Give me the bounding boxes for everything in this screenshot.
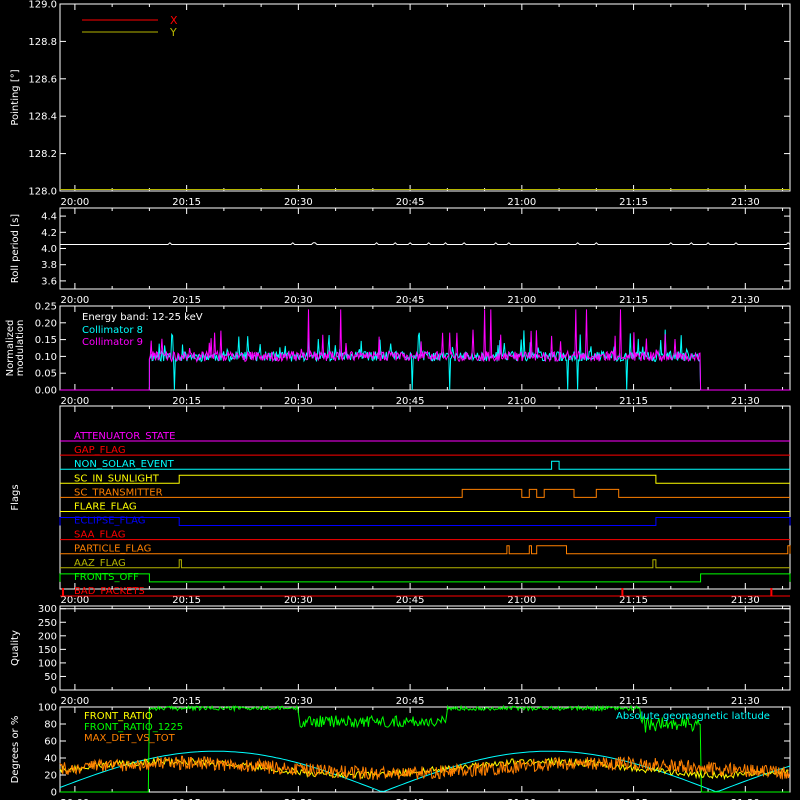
ratio-legend-geomagnetic-latitude: Absolute geomagnetic latitude xyxy=(616,711,770,722)
quality-ytick-label: 250 xyxy=(38,618,57,629)
modulation-xtick-label: 20:15 xyxy=(172,396,201,407)
modulation-ytick-label: 0.10 xyxy=(35,352,57,363)
ratios-ytick-label: 20 xyxy=(44,771,57,782)
quality-xtick-label: 20:30 xyxy=(284,696,313,707)
quality-ylabel: Quality xyxy=(10,630,21,666)
pointing-xtick-label: 20:30 xyxy=(284,197,313,208)
roll-ylabel: Roll period [s] xyxy=(10,214,21,283)
flag-label-bad-packets: BAD_PACKETS xyxy=(74,586,145,597)
quality-xtick-label: 21:00 xyxy=(507,696,536,707)
modulation-xtick-label: 21:30 xyxy=(731,396,760,407)
roll-ytick-label: 3.8 xyxy=(41,260,57,271)
roll-ytick-label: 4.2 xyxy=(41,228,57,239)
quality-xtick-label: 21:15 xyxy=(619,696,648,707)
flags-xtick-label: 21:15 xyxy=(619,595,648,606)
roll-ytick-label: 3.6 xyxy=(41,276,57,287)
flags-xtick-label: 21:00 xyxy=(507,595,536,606)
flag-label-non-solar-event: NON_SOLAR_EVENT xyxy=(74,459,175,470)
quality-ytick-label: 0 xyxy=(51,686,57,697)
quality-xtick-label: 20:45 xyxy=(396,696,425,707)
pointing-ytick-label: 128.4 xyxy=(28,112,57,123)
flags-ylabel: Flags xyxy=(10,484,21,510)
modulation-ylabel: modulation xyxy=(15,320,26,377)
flag-label-aaz-flag: AAZ_FLAG xyxy=(74,558,126,569)
quality-ytick-label: 100 xyxy=(38,658,57,669)
ratios-ylabel: Degrees or % xyxy=(10,716,21,784)
flag-label-fronts-off: FRONTS_OFF xyxy=(74,572,139,583)
modulation-ytick-label: 0.20 xyxy=(35,318,57,329)
modulation-ytick-label: 0.15 xyxy=(35,335,57,346)
pointing-ytick-label: 128.6 xyxy=(28,74,57,85)
flag-label-eclipse-flag: ECLIPSE_FLAG xyxy=(74,516,145,527)
rhessi-summary-figure: 20:00 20:15 20:30 20:45 21:00 21:15 21:30 128.0… xyxy=(0,0,800,800)
flag-label-sc-in-sunlight: SC_IN_SUNLIGHT xyxy=(74,473,160,484)
flag-label-sc-transmitter: SC_TRANSMITTER xyxy=(74,487,163,498)
modulation-ytick-label: 0.25 xyxy=(35,302,57,313)
roll-xtick-label: 20:15 xyxy=(172,295,201,306)
quality-ytick-label: 150 xyxy=(38,645,57,656)
modulation-legend-collimator-8: Collimator 8 xyxy=(82,325,143,336)
ratios-ytick-label: 80 xyxy=(44,720,57,731)
legend-label-y: Y xyxy=(169,26,177,39)
modulation-ytick-label: 0.00 xyxy=(35,386,57,397)
flags-xtick-label: 20:45 xyxy=(396,595,425,606)
flags-xtick-label: 20:15 xyxy=(172,595,201,606)
modulation-xtick-label: 20:30 xyxy=(284,396,313,407)
modulation-xtick-label: 21:00 xyxy=(507,396,536,407)
ratio-legend-front-ratio: FRONT_RATIO xyxy=(84,711,153,722)
ratios-ytick-label: 0 xyxy=(51,788,57,799)
pointing-xtick-label: 21:15 xyxy=(619,197,648,208)
ratio-legend-front-ratio-1225: FRONT_RATIO_1225 xyxy=(84,722,183,733)
flag-label-flare-flag: FLARE_FLAG xyxy=(74,501,137,512)
modulation-annotation: Energy band: 12-25 keV xyxy=(82,312,203,323)
pointing-ytick-label: 128.0 xyxy=(28,187,57,198)
pointing-ytick-label: 128.8 xyxy=(28,37,57,48)
quality-xtick-label: 20:00 xyxy=(60,696,89,707)
pointing-xtick-label: 20:15 xyxy=(172,197,201,208)
pointing-xtick-label: 21:30 xyxy=(731,197,760,208)
flags-xtick-label: 20:30 xyxy=(284,595,313,606)
ratios-ytick-label: 40 xyxy=(44,754,57,765)
roll-ytick-label: 4.0 xyxy=(41,244,57,255)
pointing-xtick-label: 20:00 xyxy=(60,197,89,208)
pointing-ytick-label: 128.2 xyxy=(28,149,57,160)
roll-xtick-label: 21:30 xyxy=(731,295,760,306)
quality-ytick-label: 50 xyxy=(44,672,57,683)
modulation-legend-collimator-9: Collimator 9 xyxy=(82,337,143,348)
ratios-ytick-label: 100 xyxy=(38,703,57,714)
roll-ytick-label: 4.4 xyxy=(41,212,57,223)
quality-xtick-label: 21:30 xyxy=(731,696,760,707)
pointing-xtick-label: 20:45 xyxy=(396,197,425,208)
quality-ytick-label: 300 xyxy=(38,604,57,615)
flag-label-particle-flag: PARTICLE_FLAG xyxy=(74,544,151,555)
quality-xtick-label: 20:15 xyxy=(172,696,201,707)
pointing-ylabel: Pointing [°] xyxy=(10,69,21,125)
roll-xtick-label: 21:00 xyxy=(507,295,536,306)
modulation-ytick-label: 0.05 xyxy=(35,369,57,380)
roll-xtick-label: 20:00 xyxy=(60,295,89,306)
flags-xtick-label: 21:30 xyxy=(731,595,760,606)
flag-label-gap-flag: GAP_FLAG xyxy=(74,445,126,456)
flag-label-saa-flag: SAA_FLAG xyxy=(74,530,125,541)
flag-label-attenuator-state: ATTENUATOR_STATE xyxy=(74,431,175,442)
ratio-legend-max-det-vs-tot: MAX_DET_VS_TOT xyxy=(84,733,176,744)
modulation-xtick-label: 20:45 xyxy=(396,396,425,407)
quality-ytick-label: 200 xyxy=(38,631,57,642)
pointing-ytick-label: 129.0 xyxy=(28,0,57,11)
roll-xtick-label: 21:15 xyxy=(619,295,648,306)
roll-xtick-label: 20:45 xyxy=(396,295,425,306)
ratios-ytick-label: 60 xyxy=(44,737,57,748)
modulation-xtick-label: 21:15 xyxy=(619,396,648,407)
roll-xtick-label: 20:30 xyxy=(284,295,313,306)
pointing-xtick-label: 21:00 xyxy=(507,197,536,208)
modulation-xtick-label: 20:00 xyxy=(60,396,89,407)
